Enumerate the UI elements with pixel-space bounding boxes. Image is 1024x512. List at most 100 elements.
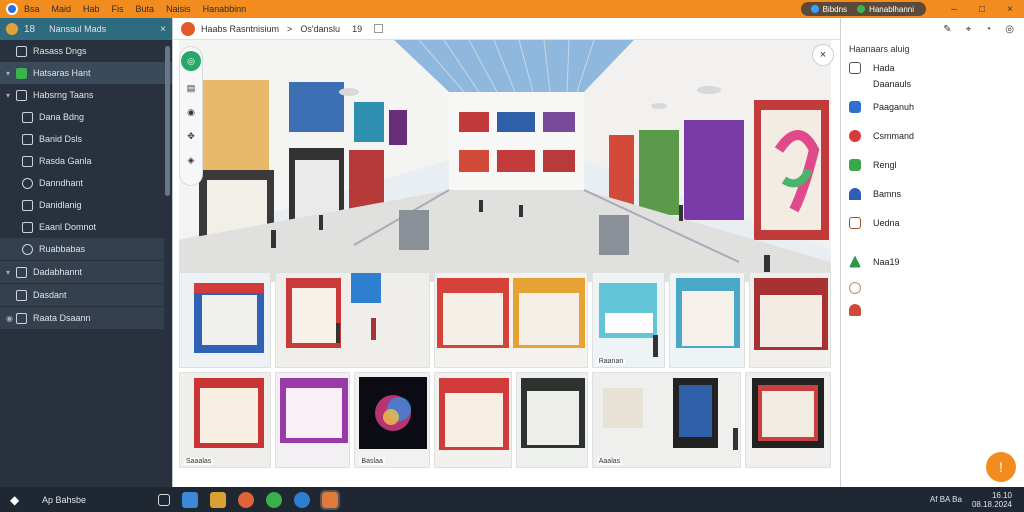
panel-item-label: Paaganuh	[873, 101, 915, 112]
floating-action-button[interactable]: !	[986, 452, 1016, 482]
breadcrumb: Haabs Rasntnisium > Os'danslu 19	[173, 18, 840, 40]
sidebar-item-raata[interactable]: ◉ Raata Dsaann	[0, 307, 164, 329]
layers-icon[interactable]: ▤	[184, 81, 198, 95]
taskbar-search[interactable]: Ap Bahsbe	[42, 495, 152, 505]
sidebar-close-icon[interactable]: ×	[160, 24, 166, 35]
sidebar-item-rasass[interactable]: Rasass Dngs	[0, 40, 172, 62]
thumbnail[interactable]	[274, 372, 351, 468]
panel-item-label: Daanauls	[873, 79, 912, 89]
panel-item-daanauls[interactable]: Daanauls	[841, 76, 1024, 92]
panel-item-label: Bamns	[873, 188, 902, 199]
sidebar-item-banid[interactable]: Banid Dsls	[0, 128, 172, 150]
close-viewer-button[interactable]: ×	[812, 44, 834, 66]
panel-item-csmmand[interactable]: Csmmand	[841, 121, 1024, 150]
circle-icon	[22, 177, 33, 189]
minimize-icon[interactable]: –	[949, 4, 959, 15]
file-explorer-icon[interactable]	[182, 491, 198, 508]
sidebar-item-dadabhannt[interactable]: ▾ Dadabhannt	[0, 261, 164, 283]
thumbnail[interactable]: Raanan	[591, 272, 666, 368]
thumbnail[interactable]	[179, 272, 271, 368]
thumbnail[interactable]: Baslaa	[354, 372, 431, 468]
panel-item-hada[interactable]: Hada	[841, 60, 1024, 76]
project-icon[interactable]	[181, 21, 195, 36]
browser-icon[interactable]	[238, 491, 254, 508]
menu-item-7[interactable]: Hanabbinn	[203, 4, 247, 14]
folder-icon	[16, 45, 27, 57]
menu-item-5[interactable]: Buta	[136, 4, 155, 14]
app-icon[interactable]	[6, 3, 18, 15]
account-pill[interactable]: Bibdns Hanablhanni	[800, 2, 926, 16]
menu-item-1[interactable]: Bsa	[24, 4, 40, 14]
car-icon[interactable]: ◈	[184, 153, 198, 167]
sidebar-title: Nanssul Mads	[49, 24, 107, 34]
maximize-icon[interactable]: □	[977, 4, 987, 15]
clock[interactable]: 16.10 08.18.2024	[972, 491, 1012, 509]
thumbnail[interactable]	[434, 272, 588, 368]
sidebar-item-dasdant[interactable]: Dasdant	[0, 284, 164, 306]
pan-icon[interactable]: ✥	[184, 129, 198, 143]
thumbnail[interactable]: Saaalas	[179, 372, 271, 468]
task-view-icon[interactable]	[158, 493, 170, 506]
square-icon[interactable]	[374, 24, 384, 33]
breadcrumb-path[interactable]: Haabs Rasntnisium	[201, 24, 279, 34]
menu-item-3[interactable]: Hab	[83, 4, 100, 14]
active-app-icon[interactable]	[320, 489, 340, 510]
sidebar-item-label: Raata Dsaann	[33, 313, 91, 323]
thumbnail[interactable]: Aaalas	[591, 372, 742, 468]
shield-icon: ◉	[6, 313, 13, 323]
thumbnail[interactable]	[745, 372, 831, 468]
menu-item-4[interactable]: Fis	[112, 4, 124, 14]
sidebar-item-hatsaras[interactable]: ▾ Hatsaras Hant	[0, 62, 172, 84]
thumbnail-caption: Saaalas	[184, 458, 214, 465]
chrome-icon[interactable]	[266, 491, 282, 508]
sidebar-item-eaanl[interactable]: Eaanl Domnot	[0, 216, 172, 238]
thumbnail[interactable]	[515, 372, 588, 468]
home-icon	[849, 158, 861, 171]
help-icon[interactable]: ◎	[1005, 24, 1014, 35]
thumbnail[interactable]	[669, 272, 746, 368]
share-icon[interactable]: ◔	[985, 24, 991, 35]
folder-icon[interactable]	[210, 491, 226, 508]
command-icon	[849, 129, 861, 142]
document-icon	[22, 133, 33, 145]
panel-item-marker[interactable]	[841, 300, 1024, 320]
start-icon[interactable]: ◆	[10, 493, 24, 507]
breadcrumb-secondary[interactable]: Os'danslu	[300, 24, 340, 34]
sidebar-item-label: Danidlanig	[39, 200, 82, 210]
blank-icon	[849, 78, 861, 90]
sidebar-item-ruabbabas[interactable]: Ruabbabas	[0, 238, 164, 260]
sidebar-item-rasda[interactable]: Rasda Ganla	[0, 150, 172, 172]
menu-item-2[interactable]: Maid	[52, 4, 72, 14]
close-icon[interactable]: ×	[1005, 4, 1015, 15]
panel-item-naa19[interactable]: Naa19	[841, 247, 1024, 276]
thumbnail[interactable]	[434, 372, 512, 468]
sidebar-item-label: Hatsaras Hant	[33, 68, 91, 78]
pen-icon[interactable]: ✎	[943, 24, 951, 35]
panel-item-paaganuh[interactable]: Paaganuh	[841, 92, 1024, 121]
sidebar-item-danidlanig[interactable]: Danidlanig	[0, 194, 172, 216]
right-panel-title: Haanaars aluig	[849, 44, 910, 54]
sidebar-item-label: Rasda Ganla	[39, 156, 92, 166]
thumbnail-grid: Raanan Saaalas Baslaa Aaalas	[179, 272, 831, 472]
mall-hero-render[interactable]	[179, 40, 831, 282]
sidebar-item-habsrng[interactable]: ▾ Habsrng Taans	[0, 84, 172, 106]
panel-item-bag[interactable]	[841, 276, 1024, 300]
right-panel-toolbar: ✎ ⌖ ◔ ◎	[841, 18, 1024, 40]
panel-item-rengl[interactable]: Rengl	[841, 150, 1024, 179]
camera-icon[interactable]: ◉	[184, 105, 198, 119]
panel-item-uedna[interactable]: Uedna	[841, 208, 1024, 237]
edge-icon[interactable]	[294, 491, 310, 508]
thumbnail[interactable]	[274, 272, 431, 368]
sidebar-scrollbar[interactable]	[165, 46, 170, 196]
panel-item-bamns[interactable]: Bamns	[841, 179, 1024, 208]
sidebar-item-dana[interactable]: Dana Bdng	[0, 106, 172, 128]
sidebar-item-danndhant[interactable]: Danndhant	[0, 172, 172, 194]
sidebar-item-label: Banid Dsls	[39, 134, 83, 144]
thumbnail[interactable]	[749, 272, 831, 368]
navigate-icon[interactable]: ◎	[181, 51, 201, 71]
marker-icon	[849, 304, 861, 316]
chevron-down-icon: ▾	[6, 267, 11, 277]
pin-icon[interactable]: ⌖	[966, 24, 972, 35]
menu-item-6[interactable]: Naisis	[166, 4, 191, 14]
system-tray[interactable]: Af BA Ba	[930, 495, 962, 504]
